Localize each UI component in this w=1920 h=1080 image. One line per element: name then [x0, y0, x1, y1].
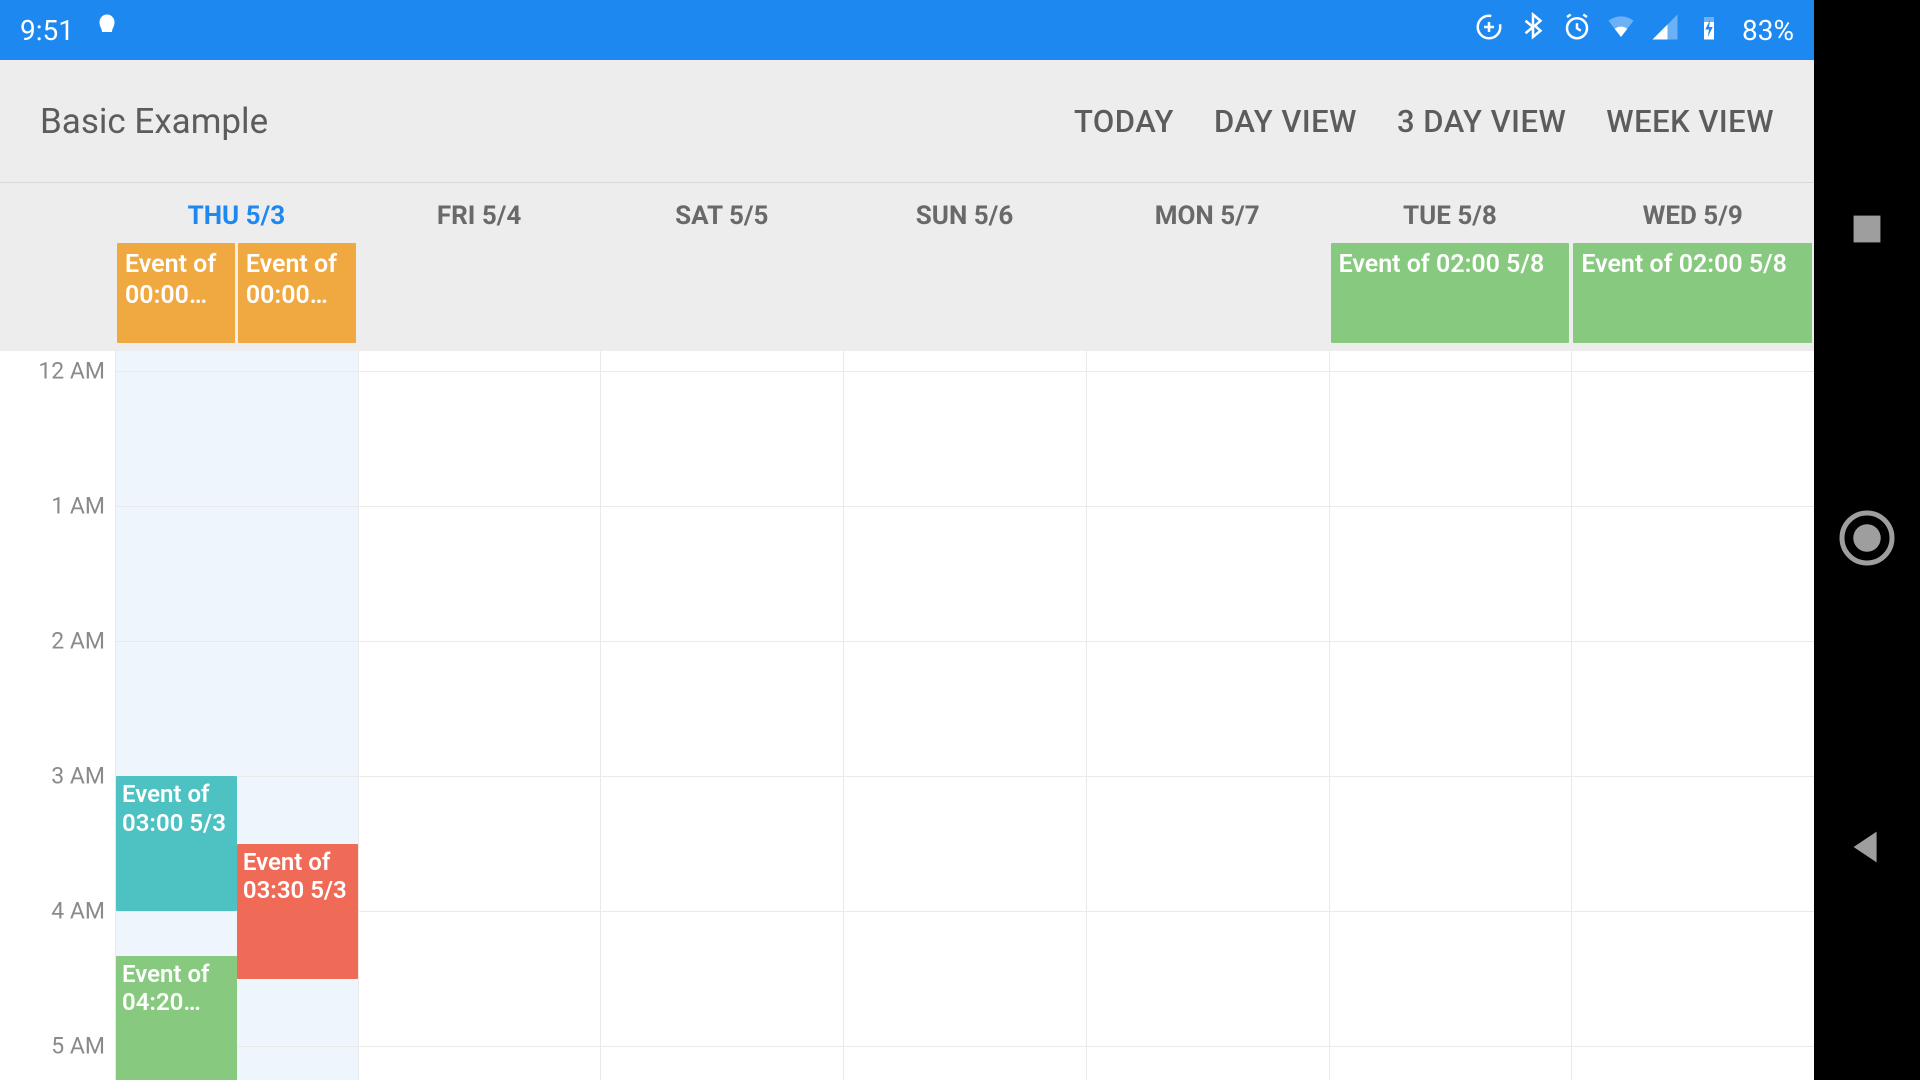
time-label: 4 AM	[0, 898, 105, 925]
day-column[interactable]	[1571, 351, 1814, 1080]
all-day-cell: Event of 02:00 5/8	[1571, 241, 1814, 351]
day-column[interactable]	[1086, 351, 1329, 1080]
day-header-row: THU 5/3FRI 5/4SAT 5/5SUN 5/6MON 5/7TUE 5…	[0, 183, 1814, 241]
day-header[interactable]: FRI 5/4	[358, 183, 601, 241]
day-header[interactable]: THU 5/3	[115, 183, 358, 241]
day-header[interactable]: MON 5/7	[1086, 183, 1329, 241]
nav-recents-button[interactable]	[1844, 206, 1890, 256]
day-header[interactable]: SAT 5/5	[600, 183, 843, 241]
bluetooth-icon	[1518, 12, 1548, 49]
day-column[interactable]	[358, 351, 601, 1080]
battery-text: 83%	[1742, 14, 1794, 47]
nav-home-button[interactable]	[1837, 508, 1897, 572]
week-view-button[interactable]: WEEK VIEW	[1606, 103, 1774, 140]
time-label: 5 AM	[0, 1033, 105, 1060]
calendar-event[interactable]: Event of 03:00 5/3	[116, 776, 237, 911]
all-day-cell	[358, 241, 601, 351]
3day-view-button[interactable]: 3 DAY VIEW	[1397, 103, 1566, 140]
all-day-event[interactable]: Event of 00:00…	[117, 243, 235, 343]
day-column[interactable]	[843, 351, 1086, 1080]
status-time: 9:51	[20, 14, 74, 47]
nav-back-button[interactable]	[1844, 824, 1890, 874]
all-day-cell	[600, 241, 843, 351]
time-label: 2 AM	[0, 628, 105, 655]
day-header[interactable]: SUN 5/6	[843, 183, 1086, 241]
android-nav-bar	[1814, 0, 1920, 1080]
day-column[interactable]	[1329, 351, 1572, 1080]
app-bar: Basic Example TODAY DAY VIEW 3 DAY VIEW …	[0, 60, 1814, 183]
time-label: 12 AM	[0, 358, 105, 385]
calendar-event[interactable]: Event of 03:30 5/3	[237, 844, 358, 979]
time-grid[interactable]: 12 AM 1 AM 2 AM 3 AM 4 AM 5 AM Event of 03:00…	[0, 351, 1814, 1080]
day-column[interactable]	[600, 351, 843, 1080]
time-label: 1 AM	[0, 493, 105, 520]
all-day-row: Event of 00:00…Event of 00:00…Event of 0…	[0, 241, 1814, 351]
day-column[interactable]: Event of 03:00 5/3Event of 03:30 5/3Even…	[115, 351, 358, 1080]
all-day-cell: Event of 00:00…Event of 00:00…	[115, 241, 358, 351]
app-notification-icon	[92, 12, 122, 49]
all-day-event[interactable]: Event of 02:00 5/8	[1331, 243, 1570, 343]
android-status-bar: 9:51	[0, 0, 1814, 60]
today-button[interactable]: TODAY	[1074, 103, 1174, 140]
all-day-cell	[1086, 241, 1329, 351]
day-view-button[interactable]: DAY VIEW	[1214, 103, 1357, 140]
day-header[interactable]: TUE 5/8	[1329, 183, 1572, 241]
all-day-cell: Event of 02:00 5/8	[1329, 241, 1572, 351]
cell-signal-icon	[1650, 12, 1680, 49]
all-day-cell	[843, 241, 1086, 351]
page-title: Basic Example	[40, 101, 268, 142]
all-day-event[interactable]: Event of 02:00 5/8	[1573, 243, 1812, 343]
calendar-event[interactable]: Event of 04:20…	[116, 956, 237, 1080]
wifi-icon	[1606, 12, 1636, 49]
day-header[interactable]: WED 5/9	[1571, 183, 1814, 241]
battery-charging-icon	[1694, 12, 1724, 49]
time-label: 3 AM	[0, 763, 105, 790]
all-day-event[interactable]: Event of 00:00…	[238, 243, 356, 343]
alarm-icon	[1562, 12, 1592, 49]
data-saver-icon	[1474, 12, 1504, 49]
